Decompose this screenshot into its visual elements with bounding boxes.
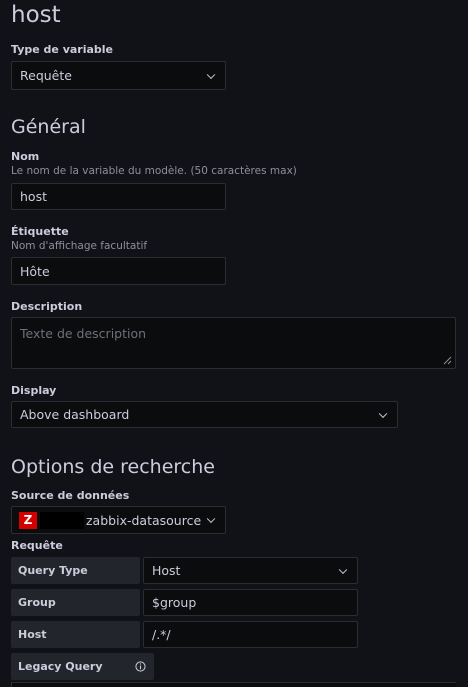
host-value: /.*/ (152, 627, 171, 642)
name-description: Le nom de la variable du modèle. (50 car… (11, 165, 297, 177)
group-label: Group (11, 589, 140, 616)
page-title: host (11, 2, 61, 28)
variable-type-value: Requête (20, 68, 72, 83)
general-heading: Général (11, 116, 86, 138)
display-label: Display (11, 384, 57, 397)
variable-type-select[interactable]: Requête (11, 61, 226, 90)
query-type-label: Query Type (11, 557, 140, 584)
zabbix-logo-icon: Z (19, 511, 37, 529)
group-value: $group (152, 595, 197, 610)
description-label: Description (11, 300, 83, 313)
name-input[interactable]: host (11, 183, 226, 210)
label-input-value: Hôte (20, 263, 50, 279)
datasource-value: zabbix-datasource (86, 512, 202, 528)
variable-type-label: Type de variable (11, 43, 114, 56)
display-select[interactable]: Above dashboard (11, 401, 398, 428)
label-description: Nom d'affichage facultatif (11, 240, 148, 252)
host-label: Host (11, 621, 140, 648)
query-type-select[interactable]: Host (143, 557, 358, 584)
datasource-picker[interactable]: Z zabbix-datasource (11, 506, 226, 534)
display-value: Above dashboard (20, 407, 130, 422)
legacy-query-text: Legacy Query (18, 660, 103, 673)
chevron-down-icon (206, 514, 216, 524)
info-icon[interactable] (135, 661, 146, 672)
legacy-query-label: Legacy Query (11, 653, 154, 680)
name-label: Nom (11, 150, 40, 163)
chevron-down-icon (378, 409, 388, 418)
resize-handle-icon[interactable] (442, 355, 452, 365)
description-placeholder: Texte de description (20, 326, 147, 341)
group-input[interactable]: $group (143, 589, 358, 616)
legacy-query-editor[interactable] (11, 682, 456, 687)
description-textarea[interactable]: Texte de description (11, 317, 456, 369)
redacted-block (40, 511, 84, 529)
name-input-value: host (20, 189, 47, 204)
query-type-value: Host (152, 563, 181, 578)
search-options-heading: Options de recherche (11, 456, 215, 478)
chevron-down-icon (206, 70, 216, 79)
datasource-label: Source de données (11, 489, 130, 502)
query-label: Requête (11, 539, 63, 552)
label-input[interactable]: Hôte (11, 257, 226, 285)
label-label: Étiquette (11, 225, 69, 238)
chevron-down-icon (338, 565, 348, 574)
host-input[interactable]: /.*/ (143, 621, 358, 648)
